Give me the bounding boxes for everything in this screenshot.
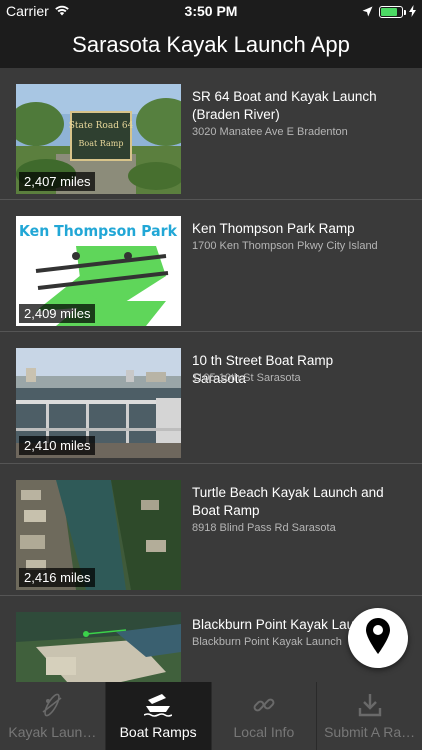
charging-bolt-icon (409, 4, 416, 20)
ramp-address: 8918 Blind Pass Rd Sarasota (192, 522, 336, 534)
ramp-list-item[interactable]: 2,410 miles 10 th Street Boat Ramp Saras… (0, 332, 422, 464)
status-bar: Carrier 3:50 PM (0, 0, 422, 22)
tab-label: Submit A Ra… (324, 724, 416, 740)
svg-text:Boat Ramp: Boat Ramp (79, 139, 124, 148)
distance-badge: 2,410 miles (19, 436, 96, 455)
ramp-title: Ken Thompson Park Ramp (192, 221, 355, 236)
ramp-title: SR 64 Boat and Kayak Launch (Braden Rive… (192, 89, 377, 122)
tab-local-info[interactable]: Local Info (212, 682, 318, 750)
map-view-button[interactable] (348, 608, 408, 668)
tab-kayak-launches[interactable]: Kayak Laun… (0, 682, 106, 750)
download-icon (317, 692, 422, 718)
map-pin-icon (366, 617, 390, 659)
tab-boat-ramps[interactable]: Boat Ramps (105, 682, 212, 750)
distance-badge: 2,416 miles (19, 568, 96, 587)
ramp-list-item[interactable]: State Road 64 Boat Ramp 2,407 miles SR 6… (0, 68, 422, 200)
ramp-thumbnail: 2,416 miles (16, 480, 181, 590)
battery-icon (379, 6, 406, 18)
tab-label: Boat Ramps (119, 724, 197, 740)
kayak-icon (0, 692, 105, 718)
ramp-title: Turtle Beach Kayak Launch and Boat Ramp (192, 485, 384, 518)
ramp-address: 3020 Manatee Ave E Bradenton (192, 126, 348, 138)
distance-badge: 2,409 miles (19, 304, 96, 323)
ramp-address: 1700 Ken Thompson Pkwy City Island (192, 240, 378, 252)
tab-label: Local Info (233, 724, 295, 740)
ramp-address: 1105 10th St Sarasota (192, 372, 301, 384)
ramp-thumbnail (16, 612, 181, 682)
aerial-map-photo (16, 612, 181, 682)
battery-fill (381, 8, 397, 16)
ramp-thumbnail: 2,410 miles (16, 348, 181, 458)
tab-label: Kayak Laun… (8, 724, 97, 740)
logo-text: Ken Thompson Park (19, 222, 178, 240)
link-icon (212, 692, 317, 718)
ramp-list-item[interactable]: Ken Thompson Park 2,409 miles Ken Thomps… (0, 200, 422, 332)
svg-text:State Road 64: State Road 64 (69, 121, 134, 131)
ramp-list-item[interactable]: 2,416 miles Turtle Beach Kayak Launch an… (0, 464, 422, 596)
ramp-thumbnail: Ken Thompson Park 2,409 miles (16, 216, 181, 326)
boat-ramp-list[interactable]: State Road 64 Boat Ramp 2,407 miles SR 6… (0, 68, 422, 682)
page-title: Sarasota Kayak Launch App (72, 32, 350, 57)
status-time: 3:50 PM (184, 3, 238, 19)
ramp-thumbnail: State Road 64 Boat Ramp 2,407 miles (16, 84, 181, 194)
status-right (362, 4, 416, 20)
location-arrow-icon (362, 4, 373, 20)
tab-submit-a-ramp[interactable]: Submit A Ra… (317, 682, 422, 750)
boat-ramp-icon (106, 692, 211, 718)
tab-bar: Kayak Laun… Boat Ramps Local Info Submit… (0, 682, 422, 750)
ramp-address: Blackburn Point Kayak Launch (192, 636, 342, 648)
distance-badge: 2,407 miles (19, 172, 96, 191)
navigation-bar: Sarasota Kayak Launch App (0, 22, 422, 68)
